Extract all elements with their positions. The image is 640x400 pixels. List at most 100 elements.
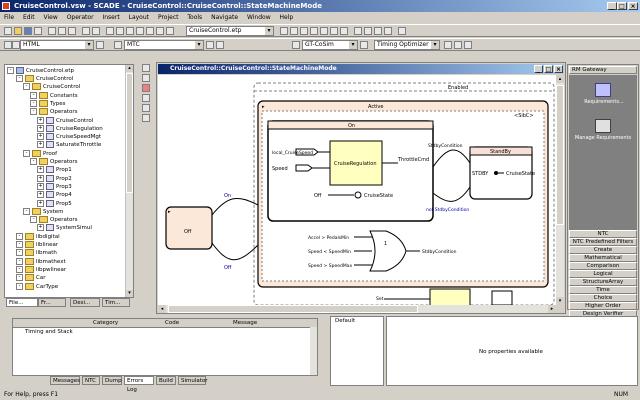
requirements-icon[interactable]	[595, 83, 611, 97]
expand-icon[interactable]: +	[37, 116, 44, 124]
mtc-go2-icon[interactable]	[216, 41, 224, 49]
diagram-maximize-button[interactable]: □	[544, 65, 553, 73]
mtc-icon[interactable]	[114, 41, 122, 49]
zoom-tool-icon[interactable]	[142, 84, 150, 92]
cut-icon[interactable]	[48, 27, 56, 35]
tab-design[interactable]: Desi...	[70, 298, 100, 307]
col-message[interactable]: Message	[233, 319, 257, 327]
palette-ntc-filters[interactable]: NTC Predefined Filters	[569, 238, 637, 246]
palette-create[interactable]: Create	[569, 246, 637, 254]
palette-ntc[interactable]: NTC	[569, 230, 637, 238]
tree-item[interactable]: - libdigital	[16, 232, 60, 241]
palette-logical[interactable]: Logical	[569, 270, 637, 278]
redo-icon[interactable]	[92, 27, 100, 35]
grid-tool-icon[interactable]	[142, 104, 150, 112]
tree-item[interactable]: - Constants	[30, 91, 78, 100]
expand-icon[interactable]: -	[30, 91, 37, 99]
tree-item[interactable]: + CruiseRegulation	[37, 124, 103, 133]
tab-messages[interactable]: Messages	[50, 376, 80, 385]
tool6-icon[interactable]	[166, 27, 174, 35]
expand-icon[interactable]: -	[16, 265, 23, 273]
html-go-icon[interactable]	[96, 41, 104, 49]
tab-simulator[interactable]: Simulator	[178, 376, 208, 385]
menu-view[interactable]: View	[44, 14, 58, 21]
output-row[interactable]: Timing and Stack	[25, 329, 73, 335]
optimizer-go-icon[interactable]	[444, 41, 452, 49]
expand-icon[interactable]: +	[37, 141, 44, 149]
set-block[interactable]: Set	[376, 288, 513, 305]
expand-icon[interactable]: -	[16, 274, 23, 282]
expand-icon[interactable]: +	[37, 174, 44, 182]
tree-item[interactable]: - CarType	[16, 282, 58, 291]
tree-item[interactable]: - Operators	[30, 158, 77, 166]
save-icon[interactable]	[24, 27, 32, 35]
palette-choice[interactable]: Choice	[569, 294, 637, 302]
tree-scrollbar[interactable]: ▴ ▾	[125, 65, 133, 297]
undo-icon[interactable]	[82, 27, 90, 35]
optimizer-combo[interactable]: Timing Optimizer	[374, 40, 440, 50]
menu-navigate[interactable]: Navigate	[211, 14, 238, 21]
maximize-button[interactable]: □	[617, 2, 627, 10]
diagram-close-button[interactable]: ×	[554, 65, 563, 73]
palette-structurearray[interactable]: StructureArray	[569, 278, 637, 286]
tree-item[interactable]: + Prop4	[37, 191, 72, 199]
collapse-icon[interactable]: -	[7, 67, 14, 74]
paste-icon[interactable]	[68, 27, 76, 35]
zoom-fit-icon[interactable]	[374, 27, 382, 35]
expand-icon[interactable]: -	[16, 257, 23, 265]
tool4-icon[interactable]	[146, 27, 154, 35]
menu-tools[interactable]: Tools	[187, 14, 202, 21]
tree-item[interactable]: - Operators	[30, 108, 77, 116]
tree-item[interactable]: - Car	[16, 274, 45, 282]
tree-item[interactable]: + Prop3	[37, 182, 72, 191]
expand-icon[interactable]: -	[16, 249, 23, 257]
diagram-minimize-button[interactable]: _	[534, 65, 543, 73]
menu-window[interactable]: Window	[247, 14, 271, 21]
cosim-icon[interactable]	[292, 41, 300, 49]
expand-icon[interactable]: -	[30, 99, 37, 107]
tree-item[interactable]: - libmathext	[16, 257, 66, 266]
tree-root[interactable]: - CruiseControl.etp	[7, 67, 74, 75]
menu-project[interactable]: Project	[158, 14, 179, 21]
tree-item[interactable]: - Types	[30, 99, 66, 108]
report-icon[interactable]	[4, 41, 12, 49]
manage-requirements-icon[interactable]	[595, 119, 611, 133]
tree-item[interactable]: - liblinear	[16, 241, 58, 249]
html-combo[interactable]: HTML	[20, 40, 94, 50]
workspace-tree[interactable]: - CruiseControl.etp - CruiseControl - Cruise…	[4, 64, 134, 298]
save-all-icon[interactable]	[34, 27, 42, 35]
expand-icon[interactable]: -	[16, 232, 23, 240]
optimizer3-icon[interactable]	[464, 41, 472, 49]
simulate-icon[interactable]	[310, 27, 318, 35]
tab-file-view[interactable]: File...	[6, 298, 38, 307]
tree-item[interactable]: - CruiseControl	[23, 83, 80, 91]
menu-insert[interactable]: Insert	[102, 14, 119, 21]
tree-item[interactable]: + Prop5	[37, 199, 72, 208]
report2-icon[interactable]	[12, 41, 20, 49]
menu-layout[interactable]: Layout	[129, 14, 149, 21]
run-icon[interactable]	[320, 27, 328, 35]
tree-item[interactable]: - CruiseControl	[16, 75, 73, 83]
tab-errors-log[interactable]: Errors Log	[124, 376, 154, 393]
col-category[interactable]: Category	[93, 319, 118, 327]
expand-icon[interactable]: -	[16, 282, 23, 290]
tree-item[interactable]: - libpwlinear	[16, 265, 66, 274]
menu-file[interactable]: File	[4, 14, 14, 21]
zoom-out-icon[interactable]	[364, 27, 372, 35]
state-off[interactable]: ▸ Off On Off	[165, 193, 259, 271]
expand-icon[interactable]: -	[30, 158, 37, 165]
tab-timing[interactable]: Tim...	[102, 298, 130, 307]
mtc-go-icon[interactable]	[206, 41, 214, 49]
zoom-in-icon[interactable]	[354, 27, 362, 35]
new-icon[interactable]	[4, 27, 12, 35]
palette-mathematical[interactable]: Mathematical	[569, 254, 637, 262]
palette-comparison[interactable]: Comparison	[569, 262, 637, 270]
open-icon[interactable]	[14, 27, 22, 35]
tree-item[interactable]: - System	[23, 207, 64, 216]
diagram-vscrollbar[interactable]: ▴ ▾	[556, 75, 564, 305]
diagram-canvas[interactable]: Enabled Active ▸ <SibC> On CruiseRegulat…	[158, 75, 556, 305]
tree-item[interactable]: + SaturateThrottle	[37, 141, 101, 149]
tab-dump[interactable]: Dump	[102, 376, 122, 385]
expand-icon[interactable]: +	[37, 199, 44, 207]
rm-gateway-header[interactable]: RM Gateway	[569, 66, 637, 74]
